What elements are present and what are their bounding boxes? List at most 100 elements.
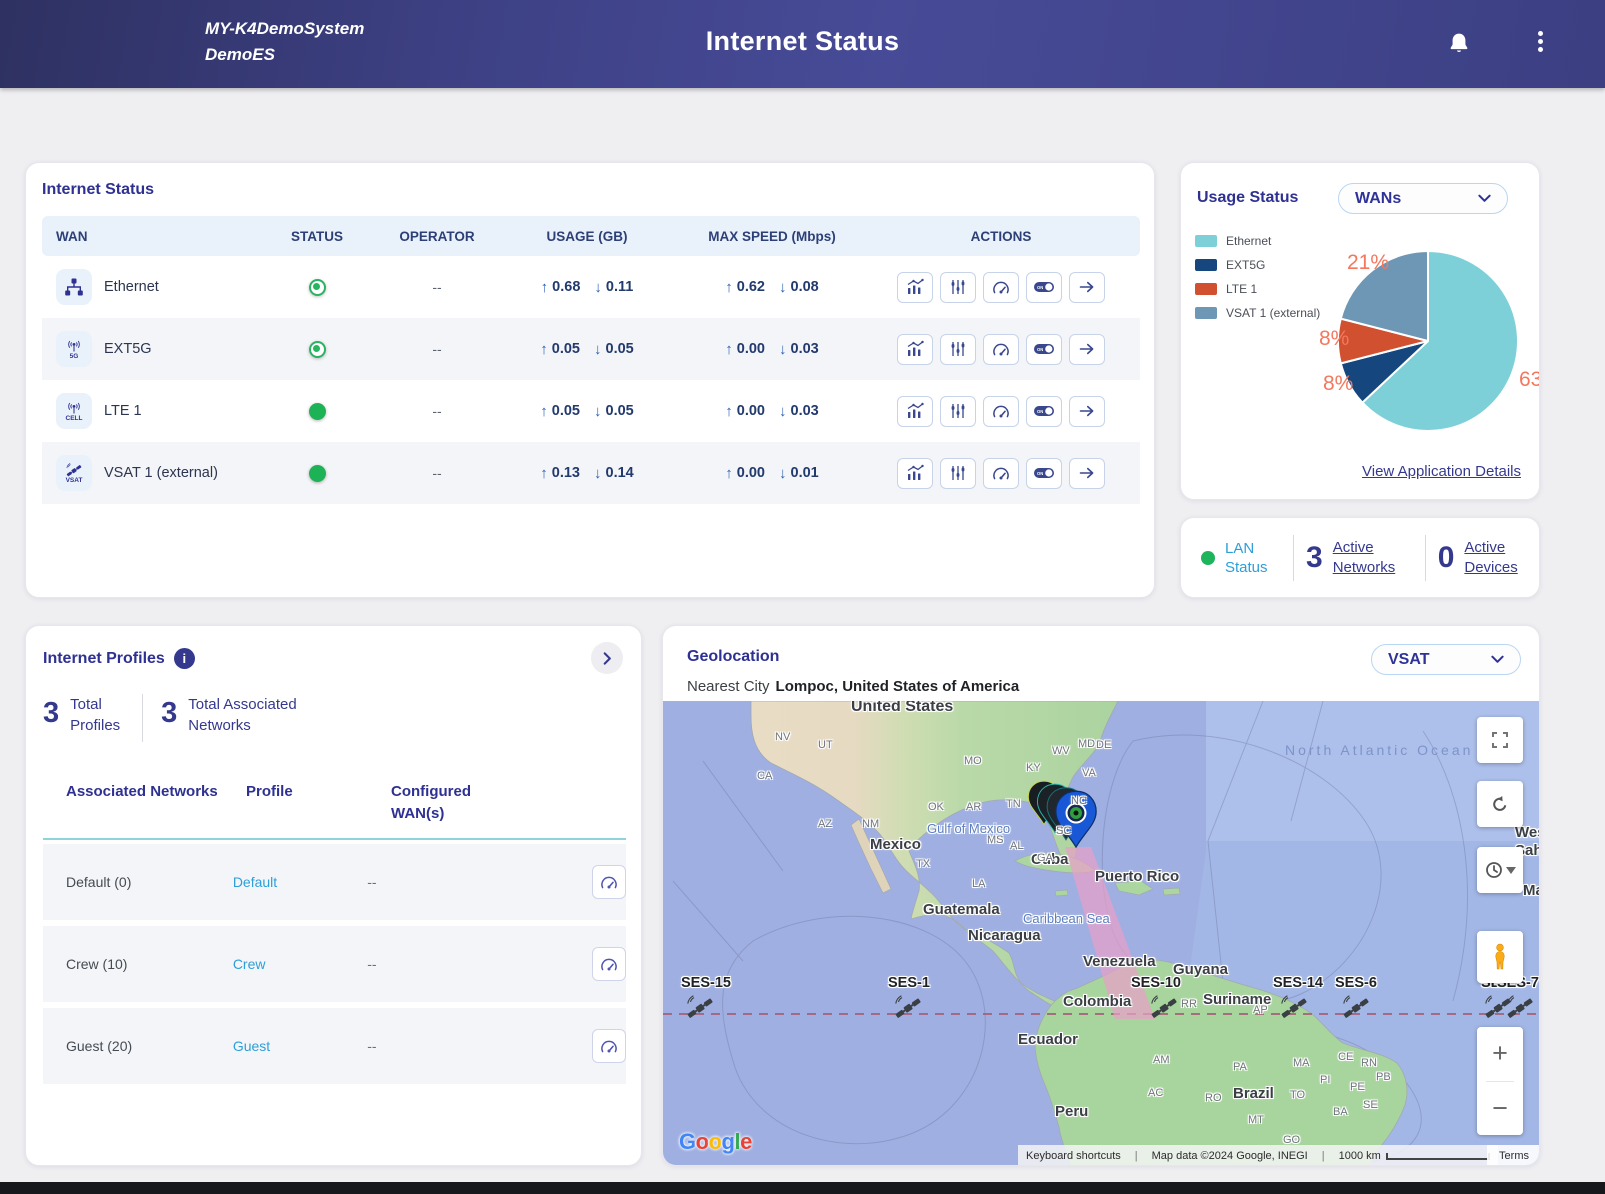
map-label-us-state: NM: [862, 818, 879, 830]
fullscreen-button[interactable]: [1477, 717, 1523, 763]
configured-wans-value: --: [367, 1038, 501, 1054]
enable-toggle[interactable]: [1026, 458, 1062, 489]
usage-down: 0.05: [606, 403, 634, 419]
speed-test-button[interactable]: [592, 865, 626, 899]
map-label-us-state: AL: [1010, 840, 1023, 852]
map-label-us-state: AZ: [818, 818, 832, 830]
download-arrow-icon: ↓: [779, 403, 787, 420]
toolbar: Last Updated at: 2024-03-01 15:49:43 Aut…: [0, 88, 1605, 150]
satellite-label: SES-14: [1273, 975, 1323, 991]
speed-test-button[interactable]: [983, 272, 1019, 303]
speed-test-button[interactable]: [592, 1029, 626, 1063]
details-arrow-button[interactable]: [1069, 272, 1105, 303]
speed-test-button[interactable]: [592, 947, 626, 981]
info-icon[interactable]: i: [174, 648, 195, 669]
profiles-expand-button[interactable]: [591, 642, 623, 674]
configure-button[interactable]: [940, 272, 976, 303]
internet-profiles-title: Internet Profiles: [43, 650, 165, 668]
profile-link[interactable]: Crew: [233, 956, 266, 972]
internet-status-title: Internet Status: [42, 181, 154, 199]
zoom-in-button[interactable]: +: [1477, 1027, 1523, 1081]
statistics-button[interactable]: [897, 272, 933, 303]
zoom-out-button[interactable]: −: [1477, 1082, 1523, 1136]
speed-down: 0.08: [791, 279, 819, 295]
active-networks-link[interactable]: Active Networks: [1333, 538, 1413, 578]
map-label-country: Guatemala: [923, 901, 1000, 918]
upload-arrow-icon: ↑: [541, 279, 549, 296]
map-canvas: [663, 701, 1540, 1166]
map-label-br-state: SE: [1363, 1099, 1378, 1111]
statistics-button[interactable]: [897, 334, 933, 365]
satellite-icon: [1149, 995, 1179, 1019]
pie-label-lte: 8%: [1319, 327, 1349, 351]
usage-scope-select[interactable]: WANs: [1338, 183, 1508, 214]
wan-name: VSAT 1 (external): [104, 465, 218, 481]
map-label-us-state: MD: [1078, 738, 1095, 750]
satellite-icon: VSAT: [56, 455, 92, 491]
satellite-icon: [685, 995, 715, 1019]
keyboard-shortcuts-link[interactable]: Keyboard shortcuts: [1026, 1150, 1121, 1162]
total-profiles-count: 3: [43, 697, 59, 730]
configure-button[interactable]: [940, 396, 976, 427]
status-indicator-up: [309, 465, 326, 482]
table-row-crew: Crew (10) Crew --: [43, 926, 626, 1002]
upload-arrow-icon: ↑: [725, 403, 733, 420]
profile-link[interactable]: Guest: [233, 1038, 270, 1054]
satellite-icon: [1341, 995, 1371, 1019]
scale-text: 1000 km: [1339, 1150, 1381, 1162]
reset-view-button[interactable]: [1477, 781, 1523, 827]
map-label-country: Puerto Rico: [1095, 868, 1179, 885]
col-profile: Profile: [246, 781, 391, 825]
google-logo[interactable]: Google: [679, 1129, 752, 1155]
network-name: Default (0): [43, 874, 233, 890]
configure-button[interactable]: [940, 334, 976, 365]
notifications-bell-icon[interactable]: [1445, 30, 1473, 58]
enable-toggle[interactable]: [1026, 334, 1062, 365]
total-networks-label: Total Associated Networks: [188, 694, 318, 736]
enable-toggle[interactable]: [1026, 396, 1062, 427]
overflow-menu-icon[interactable]: [1533, 28, 1547, 60]
profile-link[interactable]: Default: [233, 874, 277, 890]
map-label-ocean: North Atlantic Ocean: [1285, 739, 1401, 761]
details-arrow-button[interactable]: [1069, 334, 1105, 365]
col-configured-wans: Configured WAN(s): [391, 781, 501, 825]
profiles-table-header: Associated Networks Profile Configured W…: [43, 781, 626, 825]
legend-swatch: [1195, 307, 1217, 319]
map-label-country: Mexico: [870, 836, 921, 853]
speed-test-button[interactable]: [983, 334, 1019, 365]
terms-link[interactable]: Terms: [1487, 1145, 1540, 1166]
map-label-country: Ecuador: [1018, 1031, 1078, 1048]
legend-swatch: [1195, 235, 1217, 247]
map-label-us-state: LA: [972, 878, 985, 890]
nearest-city-value: Lompoc, United States of America: [776, 678, 1020, 695]
upload-arrow-icon: ↑: [725, 279, 733, 296]
usage-status-title: Usage Status: [1197, 189, 1298, 207]
enable-toggle[interactable]: [1026, 272, 1062, 303]
divider: [142, 694, 143, 742]
speed-test-button[interactable]: [983, 396, 1019, 427]
active-devices-link[interactable]: Active Devices: [1464, 538, 1534, 578]
satellite-icon: [1505, 995, 1535, 1019]
view-application-details-link[interactable]: View Application Details: [1362, 463, 1521, 480]
google-map[interactable]: United States Mexico Guatemala Nicaragua…: [663, 701, 1540, 1166]
history-clock-button[interactable]: [1477, 847, 1523, 893]
usage-down: 0.14: [606, 465, 634, 481]
details-arrow-button[interactable]: [1069, 396, 1105, 427]
configure-button[interactable]: [940, 458, 976, 489]
status-indicator-up: [309, 341, 326, 358]
table-row-default: Default (0) Default --: [43, 844, 626, 920]
map-label-us-state: NV: [775, 731, 790, 743]
chevron-down-icon: [1491, 655, 1504, 664]
profiles-summary: 3 Total Profiles 3 Total Associated Netw…: [43, 694, 318, 742]
usage-up: 0.68: [552, 279, 580, 295]
speed-test-button[interactable]: [983, 458, 1019, 489]
table-row-guest: Guest (20) Guest --: [43, 1008, 626, 1084]
geolocation-source-select[interactable]: VSAT: [1371, 644, 1521, 675]
wan-table-body: Ethernet -- ↑0.68 ↓0.11 ↑0.62 ↓0.08: [42, 256, 1140, 504]
map-label-us-state: TN: [1006, 798, 1021, 810]
operator-value: --: [382, 403, 492, 419]
details-arrow-button[interactable]: [1069, 458, 1105, 489]
statistics-button[interactable]: [897, 458, 933, 489]
pegman-button[interactable]: [1477, 931, 1523, 983]
statistics-button[interactable]: [897, 396, 933, 427]
